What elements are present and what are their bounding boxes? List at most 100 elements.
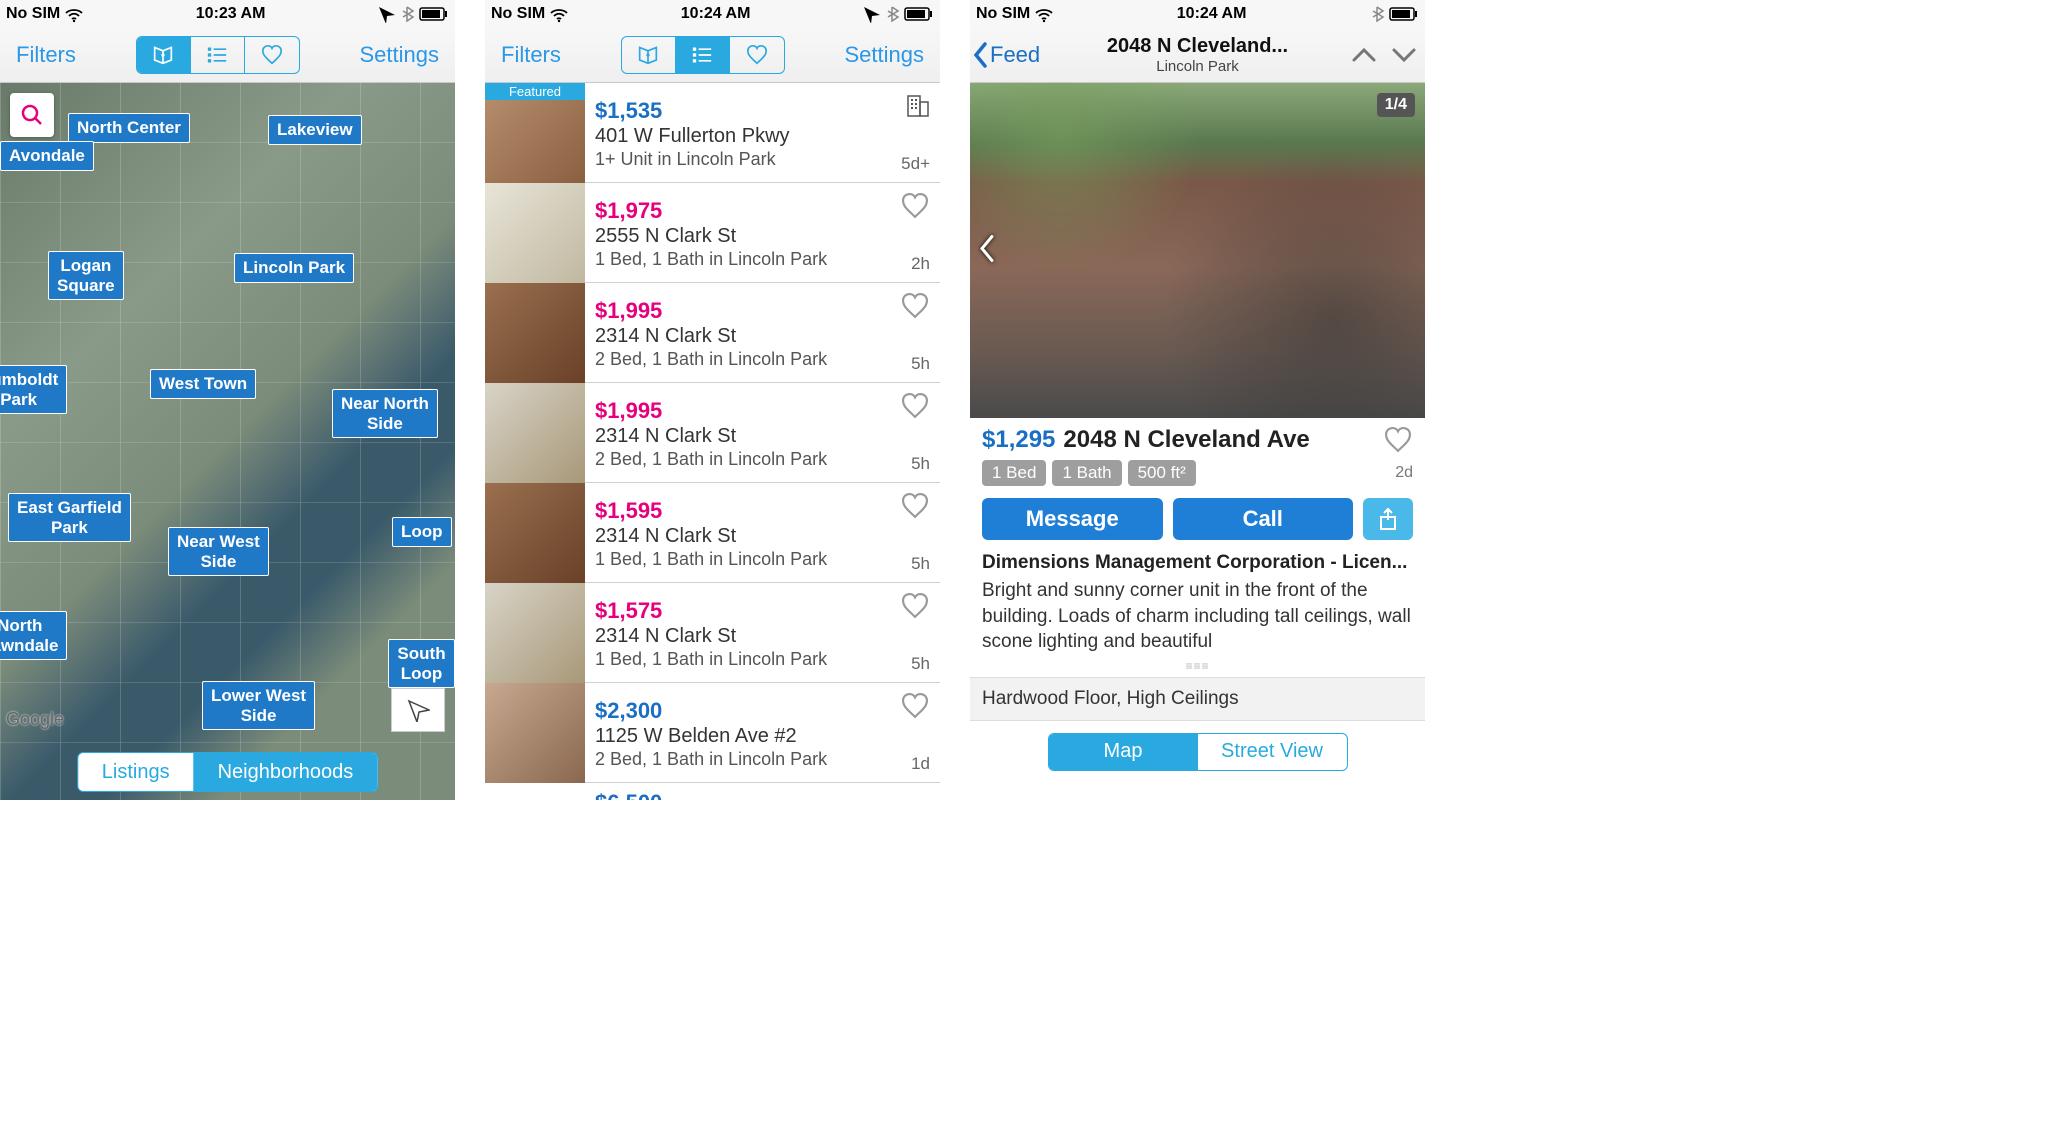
listing-row[interactable]: $1,575 2314 N Clark St 1 Bed, 1 Bath in … — [485, 583, 940, 683]
neighborhood-label[interactable]: West Town — [150, 369, 256, 399]
neighborhood-label[interactable]: South Loop — [388, 639, 455, 688]
filters-button[interactable]: Filters — [495, 38, 567, 72]
listing-thumbnail — [485, 483, 585, 583]
listing-address: 401 W Fullerton Pkwy — [595, 125, 932, 148]
detail-chip: 500 ft² — [1128, 460, 1196, 486]
seg-list[interactable] — [191, 37, 245, 73]
settings-button[interactable]: Settings — [353, 38, 445, 72]
photo-prev-button[interactable] — [976, 233, 998, 268]
listing-address: 1125 W Belden Ave #2 — [595, 725, 932, 748]
neighborhood-label[interactable]: Loop — [392, 517, 452, 547]
favorite-button[interactable] — [900, 693, 930, 719]
neighborhood-label[interactable]: Avondale — [0, 141, 94, 171]
favorite-button[interactable] — [1383, 427, 1413, 453]
next-listing-button[interactable] — [1391, 45, 1417, 65]
bluetooth-icon — [399, 4, 415, 24]
neighborhood-label[interactable]: East GarfieldPark — [8, 493, 131, 542]
listing-meta: 1+ Unit in Lincoln Park — [595, 149, 932, 170]
listing-thumbnail — [485, 283, 585, 383]
neighborhood-label[interactable]: Lower WestSide — [202, 681, 315, 730]
screen-detail: No SIM 10:24 AM Feed 2048 N Cleveland...… — [970, 0, 1425, 800]
features-row: Hardwood Floor, High Ceilings — [970, 677, 1425, 721]
bluetooth-icon — [884, 4, 900, 24]
view-segment — [621, 36, 785, 74]
locate-button[interactable] — [391, 688, 445, 732]
back-button[interactable]: Feed — [970, 41, 1046, 69]
seg-street-view[interactable]: Street View — [1198, 734, 1347, 770]
management-name: Dimensions Management Corporation - Lice… — [982, 552, 1413, 574]
favorite-button[interactable] — [900, 493, 930, 519]
listing-age: 5d+ — [901, 154, 930, 174]
listing-row[interactable]: $1,975 2555 N Clark St 1 Bed, 1 Bath in … — [485, 183, 940, 283]
screen-map: No SIM 10:23 AM Filters Settings North C… — [0, 0, 455, 800]
seg-favorites[interactable] — [245, 37, 299, 73]
seg-map[interactable] — [137, 37, 191, 73]
listing-age: 5h — [911, 654, 930, 674]
neighborhood-label[interactable]: HumboldtPark — [0, 365, 67, 414]
seg-list[interactable] — [676, 37, 730, 73]
nav-bar: Filters Settings — [485, 28, 940, 83]
neighborhood-label[interactable]: North Center — [68, 113, 190, 143]
seg-favorites[interactable] — [730, 37, 784, 73]
listing-row[interactable]: $2,300 1125 W Belden Ave #2 2 Bed, 1 Bat… — [485, 683, 940, 783]
neighborhood-label[interactable]: Near WestSide — [168, 527, 269, 576]
google-logo: Google — [6, 709, 64, 730]
seg-neighborhoods[interactable]: Neighborhoods — [194, 753, 378, 791]
location-arrow-icon — [377, 5, 395, 23]
view-segment — [136, 36, 300, 74]
filters-button[interactable]: Filters — [10, 38, 82, 72]
favorite-button[interactable] — [900, 193, 930, 219]
status-bar: No SIM 10:24 AM — [970, 0, 1425, 28]
carrier: No SIM — [6, 5, 60, 23]
neighborhood-label[interactable]: Lincoln Park — [234, 253, 354, 283]
bluetooth-icon — [1369, 4, 1385, 24]
listing-list[interactable]: Featured$1,535 401 W Fullerton Pkwy 1+ U… — [485, 83, 940, 800]
neighborhood-label[interactable]: LoganSquare — [48, 251, 124, 300]
listing-row[interactable]: $1,995 2314 N Clark St 2 Bed, 1 Bath in … — [485, 383, 940, 483]
map-mode-segment: Listings Neighborhoods — [77, 752, 378, 792]
favorite-button[interactable] — [900, 593, 930, 619]
share-button[interactable] — [1363, 498, 1413, 540]
listing-age: 5h — [911, 554, 930, 574]
neighborhood-label[interactable]: NorthLawndale — [0, 611, 67, 660]
prev-listing-button[interactable] — [1351, 45, 1377, 65]
map[interactable]: North Center Lakeview Avondale LoganSquare L… — [0, 83, 455, 800]
listing-photo[interactable]: 1/4 — [970, 83, 1425, 418]
listing-price: $1,595 — [595, 498, 932, 524]
drag-handle-icon[interactable]: ≡≡≡ — [982, 659, 1413, 673]
favorite-button[interactable] — [900, 293, 930, 319]
back-label: Feed — [990, 42, 1040, 68]
battery-icon — [1389, 5, 1419, 23]
location-arrow-icon — [862, 5, 880, 23]
listing-row[interactable]: Featured$1,535 401 W Fullerton Pkwy 1+ U… — [485, 83, 940, 183]
battery-icon — [904, 5, 934, 23]
listing-meta: 1 Bed, 1 Bath in Lincoln Park — [595, 249, 932, 270]
listing-address: 2314 N Clark St — [595, 525, 932, 548]
screen-list: No SIM 10:24 AM Filters Settings Feature… — [485, 0, 940, 800]
listing-row[interactable]: $1,995 2314 N Clark St 2 Bed, 1 Bath in … — [485, 283, 940, 383]
neighborhood-label[interactable]: Lakeview — [268, 115, 362, 145]
seg-map[interactable] — [622, 37, 676, 73]
status-bar: No SIM 10:24 AM — [485, 0, 940, 28]
building-icon — [904, 93, 930, 119]
listing-price: $1,975 — [595, 198, 932, 224]
seg-listings[interactable]: Listings — [78, 753, 194, 791]
listing-address: 2314 N Clark St — [595, 425, 932, 448]
wifi-icon — [64, 5, 84, 23]
call-button[interactable]: Call — [1173, 498, 1354, 540]
status-bar: No SIM 10:23 AM — [0, 0, 455, 28]
seg-map-view[interactable]: Map — [1049, 734, 1198, 770]
settings-button[interactable]: Settings — [838, 38, 930, 72]
battery-icon — [419, 5, 449, 23]
message-button[interactable]: Message — [982, 498, 1163, 540]
wifi-icon — [1034, 5, 1054, 23]
search-button[interactable] — [10, 93, 54, 137]
detail-nav: Feed 2048 N Cleveland... Lincoln Park — [970, 28, 1425, 83]
detail-subtitle: Lincoln Park — [1107, 58, 1288, 75]
neighborhood-label[interactable]: Near NorthSide — [332, 389, 438, 438]
favorite-button[interactable] — [900, 393, 930, 419]
status-time: 10:24 AM — [681, 5, 751, 23]
listing-row[interactable]: $1,595 2314 N Clark St 1 Bed, 1 Bath in … — [485, 483, 940, 583]
listing-age: 5h — [911, 354, 930, 374]
listing-age: 5h — [911, 454, 930, 474]
